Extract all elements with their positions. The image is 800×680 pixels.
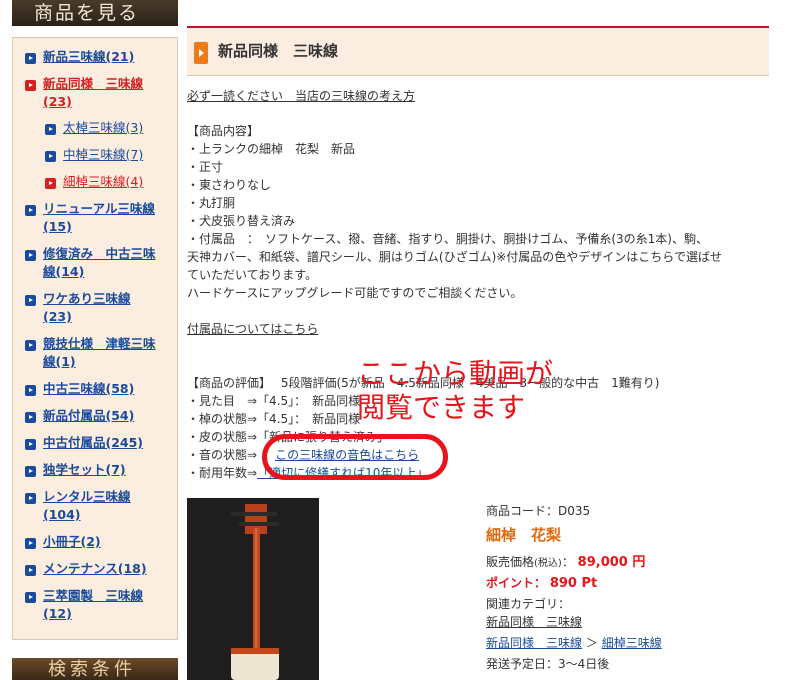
sidebar-item-maintenance[interactable]: メンテナンス(18) (43, 560, 147, 578)
shamisen-icon (187, 498, 319, 680)
points-row: ポイント： 890 Pt (486, 574, 597, 593)
accessory-link[interactable]: 付属品についてはこちら (187, 320, 318, 338)
category-label: 関連カテゴリ： (486, 597, 571, 611)
bullet-icon (25, 466, 36, 477)
contents-line: ・東さわりなし (187, 178, 272, 192)
bullet-icon (25, 295, 36, 306)
bullet-icon (25, 53, 36, 64)
category-separator: ＞ (585, 636, 598, 650)
product-name: 細棹 花梨 (486, 526, 562, 544)
sidebar-subitem-hosozao[interactable]: 細棹三味線(4) (63, 173, 143, 191)
bullet-icon (45, 124, 56, 135)
contents-line: ・付属品 ： ソフトケース、撥、音緒、指すり、胴掛け、胴掛けゴム、予備糸(3の糸… (187, 232, 708, 246)
sidebar-item-renewal-count[interactable]: (15) (43, 218, 72, 236)
sidebar: 商品を見る 新品三味線(21) 新品同様 三味線 (23) 太棹三味線(3) 中… (0, 0, 180, 680)
contents-line: ・犬皮張り替え済み (187, 214, 296, 228)
sidebar-item-new-shamisen[interactable]: 新品三味線(21) (43, 48, 134, 66)
price-value: 89,000 円 (577, 555, 646, 570)
price-tax: (税込) (534, 558, 562, 569)
title-bar: 新品同様 三味線 (187, 26, 769, 76)
bullet-icon (25, 412, 36, 423)
bullet-icon (25, 80, 36, 91)
annotation-line: 閲覧できます (357, 391, 526, 424)
page-title: 新品同様 三味線 (218, 42, 339, 60)
contents-line: ハードケースにアップグレード可能ですのでご相談ください。 (187, 286, 523, 300)
contents-line: ・正寸 (187, 160, 224, 174)
points-value: 890 Pt (549, 576, 598, 591)
shipping-info: 発送予定日：3〜4日後 (486, 657, 610, 671)
sidebar-item-rental[interactable]: レンタル三味線 (43, 488, 131, 506)
price-label: 販売価格 (486, 555, 535, 569)
product-image[interactable] (187, 498, 319, 680)
sidebar-item-wakeari[interactable]: ワケあり三味線 (43, 290, 131, 308)
sidebar-item-sansuien-count[interactable]: (12) (43, 605, 72, 623)
sidebar-item-like-new[interactable]: 新品同様 三味線 (43, 75, 143, 93)
sidebar-item-rental-count[interactable]: (104) (43, 506, 81, 524)
video-annotation: ここから動画が 閲覧できます (357, 357, 597, 425)
category-link-like-new[interactable]: 新品同様 三味線 (486, 636, 582, 650)
bullet-icon (25, 340, 36, 351)
eval-line: ・見た目 ⇒「4.5」： 新品同様 (187, 394, 361, 408)
sidebar-item-repaired[interactable]: 修復済み 中古三味 (43, 245, 156, 263)
sidebar-item-wakeari-count[interactable]: (23) (43, 308, 72, 326)
sidebar-item-used[interactable]: 中古三味線(58) (43, 380, 134, 398)
bullet-icon (25, 205, 36, 216)
sidebar-item-new-accessories[interactable]: 新品付属品(54) (43, 407, 134, 425)
eval-line: ・棹の状態⇒「4.5」： 新品同様 (187, 412, 361, 426)
contents-line: ていただいております。 (187, 268, 318, 282)
bullet-icon (25, 250, 36, 261)
contents-line: ・上ランクの細棹 花梨 新品 (187, 142, 356, 156)
price-row: 販売価格(税込)： 89,000 円 (486, 553, 645, 573)
category-path: 新品同様 三味線 ＞ 細棹三味線 (486, 634, 662, 652)
sidebar-item-renewal[interactable]: リニューアル三味線 (43, 200, 155, 218)
contents-heading: 【商品内容】 (187, 124, 260, 138)
price-sep: ： (561, 555, 574, 569)
sidebar-item-sansuien[interactable]: 三萃園製 三味線 (43, 587, 143, 605)
bullet-icon (45, 178, 56, 189)
contents-line: 天神カバー、和紙袋、譜尺シール、胴はりゴム(ひざゴム)※付属品の色やデザインはこ… (187, 250, 722, 264)
sidebar-item-self-study[interactable]: 独学セット(7) (43, 461, 126, 479)
sidebar-item-used-accessories[interactable]: 中古付属品(245) (43, 434, 143, 452)
points-label: ポイント： (486, 576, 547, 590)
bullet-icon (25, 565, 36, 576)
sidebar-item-repaired-count[interactable]: 線(14) (43, 263, 84, 281)
bullet-icon (25, 493, 36, 504)
product-code: 商品コード：D035 (486, 504, 591, 518)
bullet-icon (25, 385, 36, 396)
search-conditions-header: 検索条件 (12, 658, 178, 680)
sidebar-item-like-new-count[interactable]: (23) (43, 93, 72, 111)
durability-label: ・耐用年数⇒ (187, 466, 258, 480)
bullet-icon (25, 592, 36, 603)
intro-link[interactable]: 必ず一読ください 当店の三味線の考え方 (187, 87, 415, 105)
bullet-icon (25, 439, 36, 450)
sidebar-subitem-chuzao[interactable]: 中棹三味線(7) (63, 146, 143, 164)
annotation-line: ここから動画が (357, 357, 554, 390)
bullet-icon (45, 151, 56, 162)
category-link-hosozao[interactable]: 細棹三味線 (602, 636, 662, 650)
bullet-icon (25, 538, 36, 549)
main-content: 新品同様 三味線 必ず一読ください 当店の三味線の考え方 【商品内容】 ・上ラン… (187, 0, 777, 680)
sidebar-subitem-futozao[interactable]: 太棹三味線(3) (63, 119, 143, 137)
highlight-ellipse (262, 434, 448, 480)
contents-line: ・丸打胴 (187, 196, 236, 210)
sidebar-item-booklet[interactable]: 小冊子(2) (43, 533, 101, 551)
sidebar-item-competition[interactable]: 競技仕様 津軽三味 (43, 335, 156, 353)
category-nav: 新品三味線(21) 新品同様 三味線 (23) 太棹三味線(3) 中棹三味線(7… (12, 37, 178, 640)
arrow-icon (194, 42, 208, 64)
sound-label: ・音の状態⇒ (187, 448, 258, 462)
sidebar-item-competition-count[interactable]: 線(1) (43, 353, 76, 371)
sidebar-header: 商品を見る (12, 0, 178, 26)
category-link-like-new[interactable]: 新品同様 三味線 (486, 613, 582, 631)
